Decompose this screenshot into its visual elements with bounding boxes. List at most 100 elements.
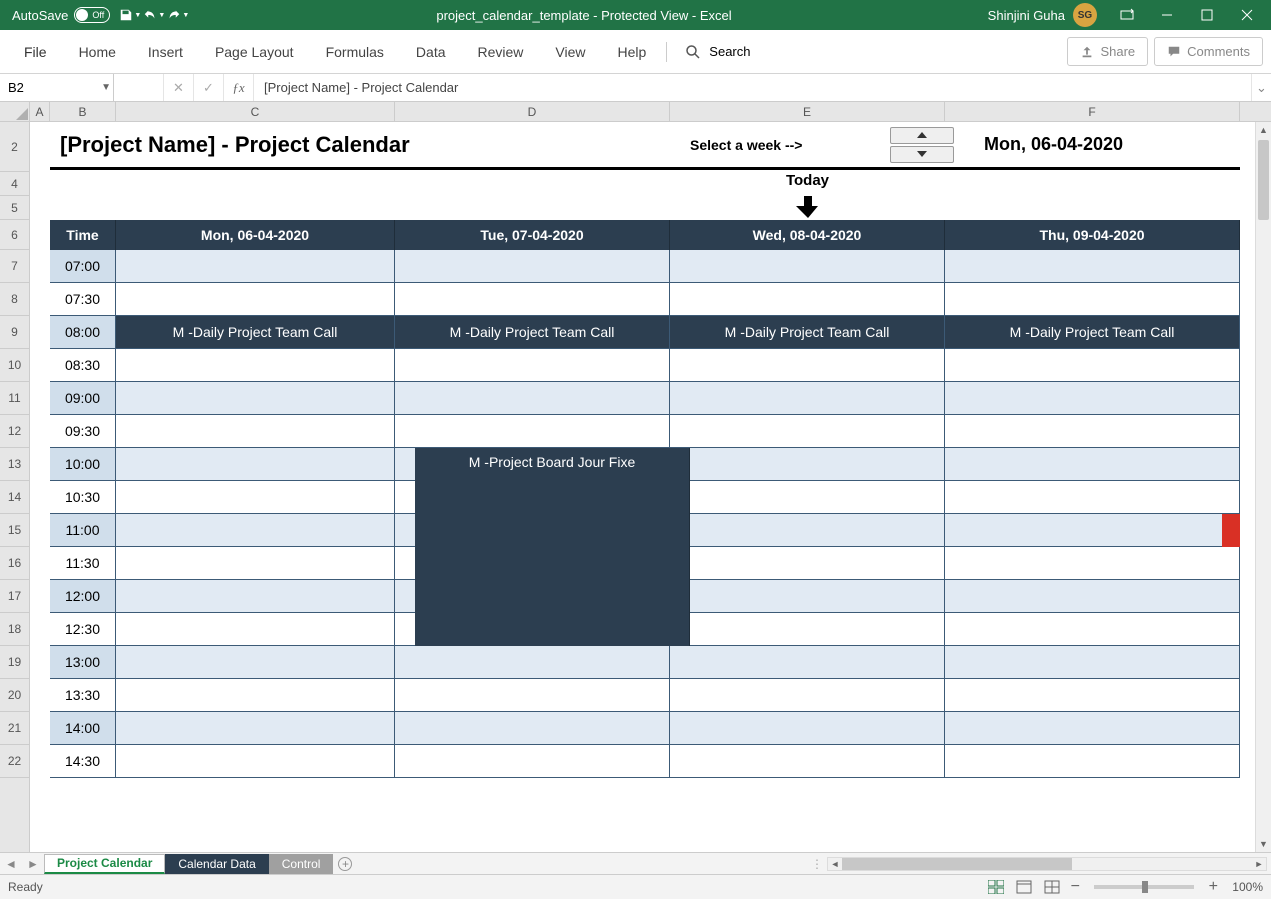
calendar-cell[interactable] (670, 613, 945, 646)
calendar-cell[interactable] (116, 679, 395, 712)
calendar-cell[interactable] (395, 712, 670, 745)
zoom-out-button[interactable]: − (1066, 878, 1084, 896)
tab-help[interactable]: Help (602, 34, 663, 70)
calendar-cell[interactable] (395, 250, 670, 283)
calendar-row[interactable]: 14:30 (50, 745, 1240, 778)
expand-formula-bar-button[interactable]: ⌄ (1251, 74, 1271, 101)
page-layout-view-button[interactable] (1010, 877, 1038, 897)
calendar-cell[interactable] (945, 283, 1240, 316)
calendar-row[interactable]: 08:30 (50, 349, 1240, 382)
tab-insert[interactable]: Insert (132, 34, 199, 70)
calendar-cell[interactable] (945, 349, 1240, 382)
undo-button[interactable]: ▼ (142, 3, 166, 27)
calendar-cell[interactable] (670, 283, 945, 316)
scrollbar-thumb[interactable] (1258, 140, 1269, 220)
calendar-cell[interactable] (945, 613, 1240, 646)
calendar-cell[interactable] (670, 646, 945, 679)
vertical-scrollbar[interactable]: ▲ ▼ (1255, 122, 1271, 852)
calendar-cell[interactable] (945, 679, 1240, 712)
search-input[interactable]: Search (671, 44, 764, 60)
calendar-row[interactable]: 09:30 (50, 415, 1240, 448)
share-button[interactable]: Share (1067, 37, 1148, 66)
page-break-view-button[interactable] (1038, 877, 1066, 897)
calendar-cell[interactable] (395, 283, 670, 316)
row-header[interactable]: 15 (0, 514, 29, 547)
row-header[interactable]: 10 (0, 349, 29, 382)
row-header[interactable]: 12 (0, 415, 29, 448)
column-header[interactable]: A (30, 102, 50, 121)
sheet-nav-prev[interactable]: ◄ (0, 853, 22, 875)
calendar-cell[interactable] (670, 481, 945, 514)
calendar-cell[interactable] (116, 382, 395, 415)
calendar-row[interactable]: 07:30 (50, 283, 1240, 316)
calendar-cell[interactable] (945, 745, 1240, 778)
calendar-cell[interactable] (670, 415, 945, 448)
tab-home[interactable]: Home (63, 34, 132, 70)
calendar-cell[interactable] (670, 349, 945, 382)
calendar-cell[interactable] (945, 547, 1240, 580)
tab-formulas[interactable]: Formulas (310, 34, 400, 70)
row-header[interactable]: 5 (0, 196, 29, 220)
column-header[interactable]: B (50, 102, 116, 121)
calendar-cell[interactable] (395, 745, 670, 778)
calendar-cell[interactable] (945, 250, 1240, 283)
calendar-cell[interactable] (945, 514, 1240, 547)
row-header[interactable]: 22 (0, 745, 29, 778)
calendar-cell[interactable] (945, 448, 1240, 481)
sheet-tab-control[interactable]: Control (269, 854, 334, 874)
calendar-event[interactable]: M -Daily Project Team Call (670, 316, 945, 349)
calendar-cell[interactable] (116, 481, 395, 514)
calendar-cell[interactable] (116, 580, 395, 613)
scroll-left-icon[interactable]: ◄ (828, 857, 842, 871)
calendar-row[interactable]: 08:00 M -Daily Project Team Call M -Dail… (50, 316, 1240, 349)
sheet-tab-project-calendar[interactable]: Project Calendar (44, 854, 165, 874)
zoom-in-button[interactable]: + (1204, 878, 1222, 896)
calendar-cell[interactable] (945, 712, 1240, 745)
formula-input[interactable]: [Project Name] - Project Calendar (254, 74, 1251, 101)
horizontal-scrollbar[interactable]: ◄ ► (827, 857, 1267, 871)
scroll-right-icon[interactable]: ► (1252, 857, 1266, 871)
calendar-row[interactable]: 09:00 (50, 382, 1240, 415)
row-header[interactable]: 4 (0, 172, 29, 196)
scrollbar-thumb[interactable] (842, 858, 1072, 870)
row-header[interactable]: 2 (0, 122, 29, 172)
maximize-button[interactable] (1187, 0, 1227, 30)
tab-page-layout[interactable]: Page Layout (199, 34, 310, 70)
calendar-cell[interactable] (395, 349, 670, 382)
calendar-cell[interactable] (670, 745, 945, 778)
zoom-level[interactable]: 100% (1232, 880, 1263, 894)
autosave-toggle-group[interactable]: AutoSave Off (4, 7, 118, 23)
calendar-cell[interactable] (670, 514, 945, 547)
calendar-cell[interactable] (116, 250, 395, 283)
tab-data[interactable]: Data (400, 34, 462, 70)
insert-function-button[interactable]: ƒx (224, 74, 254, 101)
calendar-cell[interactable] (116, 646, 395, 679)
row-header[interactable]: 16 (0, 547, 29, 580)
column-header[interactable]: C (116, 102, 395, 121)
calendar-event[interactable]: M -Daily Project Team Call (395, 316, 670, 349)
row-header[interactable]: 19 (0, 646, 29, 679)
ribbon-display-options-button[interactable] (1107, 0, 1147, 30)
calendar-cell[interactable] (395, 646, 670, 679)
tab-view[interactable]: View (539, 34, 601, 70)
tab-review[interactable]: Review (462, 34, 540, 70)
enter-formula-button[interactable]: ✓ (194, 74, 224, 101)
comments-button[interactable]: Comments (1154, 37, 1263, 66)
calendar-cell[interactable] (395, 382, 670, 415)
minimize-button[interactable] (1147, 0, 1187, 30)
cancel-formula-button[interactable]: ✕ (164, 74, 194, 101)
row-header[interactable]: 11 (0, 382, 29, 415)
row-header[interactable]: 14 (0, 481, 29, 514)
calendar-cell[interactable] (395, 679, 670, 712)
row-header[interactable]: 13 (0, 448, 29, 481)
calendar-cell[interactable] (945, 415, 1240, 448)
sheet-nav-next[interactable]: ► (22, 853, 44, 875)
column-header[interactable]: D (395, 102, 670, 121)
account-button[interactable]: Shinjini Guha SG (978, 3, 1107, 27)
calendar-event[interactable]: M -Daily Project Team Call (945, 316, 1240, 349)
slider-knob[interactable] (1142, 881, 1148, 893)
calendar-cell[interactable] (116, 283, 395, 316)
column-header[interactable]: F (945, 102, 1240, 121)
row-header[interactable]: 9 (0, 316, 29, 349)
calendar-cell[interactable] (945, 580, 1240, 613)
